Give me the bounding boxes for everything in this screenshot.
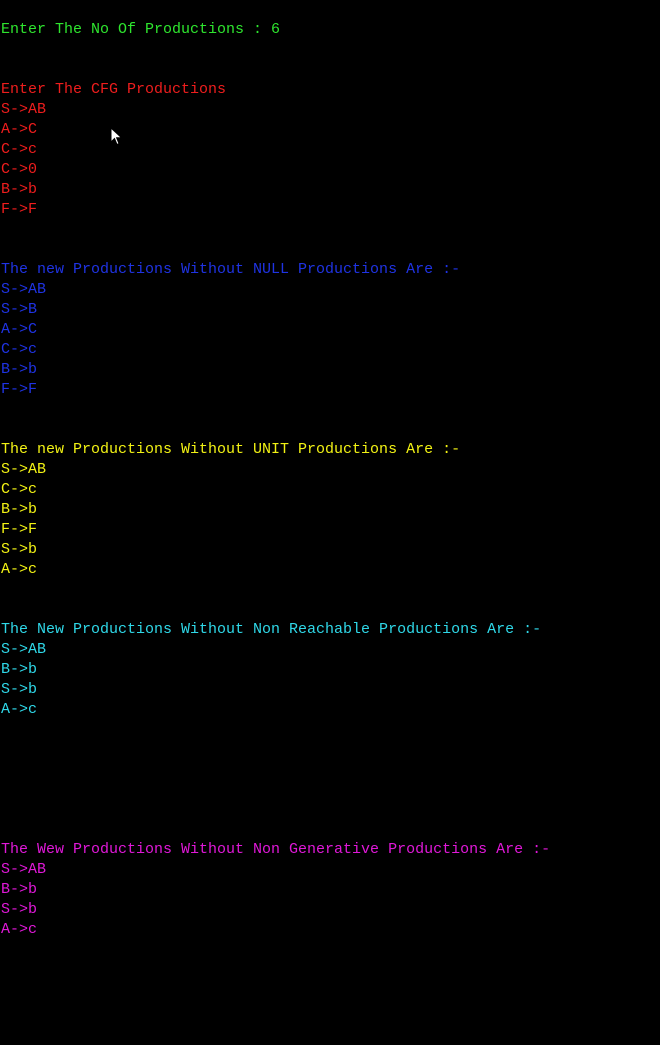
blank-lines [1,580,660,620]
cfg-input-section: Enter The CFG Productions S->AB A->C C->… [1,80,660,220]
production-count-prompt: Enter The No Of Productions : 6 [1,21,281,38]
production-line: S->AB [1,101,47,118]
generative-section: The Wew Productions Without Non Generati… [1,840,660,940]
production-line: B->b [1,661,38,678]
production-line: F->F [1,521,38,538]
production-line: F->F [1,381,38,398]
production-line: A->c [1,921,38,938]
production-line: B->b [1,881,38,898]
section-title: The Wew Productions Without Non Generati… [1,841,551,858]
section-title: The New Productions Without Non Reachabl… [1,621,542,638]
section-title: The new Productions Without NULL Product… [1,261,461,278]
null-free-section: The new Productions Without NULL Product… [1,260,660,400]
unit-free-section: The new Productions Without UNIT Product… [1,440,660,580]
production-line: C->0 [1,161,38,178]
production-line: C->c [1,341,38,358]
production-line: F->F [1,201,38,218]
production-line: B->b [1,361,38,378]
production-line: C->c [1,141,38,158]
production-line: B->b [1,181,38,198]
production-line: A->c [1,701,38,718]
blank-lines [1,220,660,260]
reachable-section: The New Productions Without Non Reachabl… [1,620,660,720]
section-title: Enter The CFG Productions [1,81,227,98]
production-line: S->b [1,901,38,918]
production-line: S->AB [1,281,47,298]
production-line: S->b [1,681,38,698]
production-line: S->AB [1,461,47,478]
section-title: The new Productions Without UNIT Product… [1,441,461,458]
production-line: A->c [1,561,38,578]
production-line: S->AB [1,861,47,878]
production-line: S->b [1,541,38,558]
production-line: S->AB [1,641,47,658]
production-line: S->B [1,301,38,318]
blank-lines [1,400,660,440]
blank-lines [1,40,660,80]
console-output: Enter The No Of Productions : 6 Enter Th… [1,20,660,940]
arrow-pointer-icon [110,126,124,147]
production-line: C->c [1,481,38,498]
production-line: B->b [1,501,38,518]
production-line: A->C [1,121,38,138]
blank-lines [1,720,660,840]
production-line: A->C [1,321,38,338]
